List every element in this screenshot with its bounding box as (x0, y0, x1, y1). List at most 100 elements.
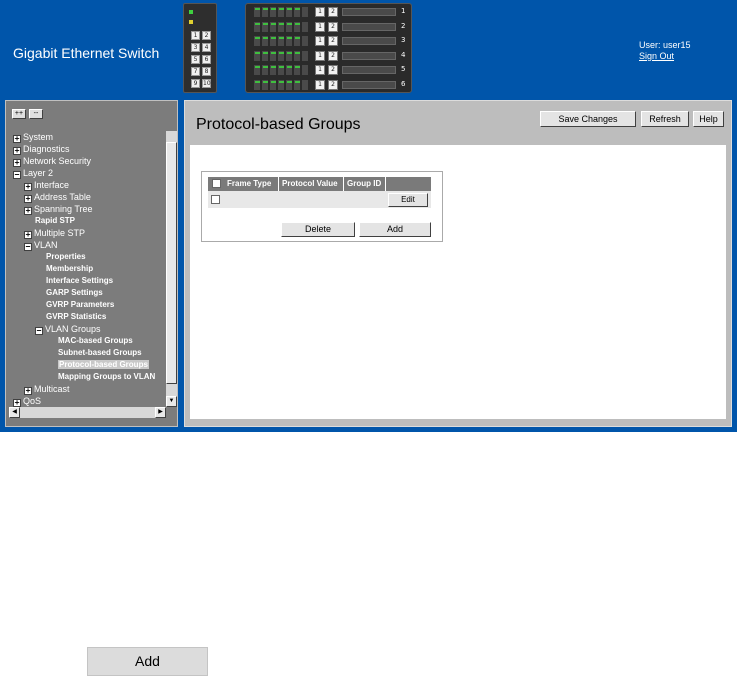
tree-item-membership[interactable]: Membership (46, 263, 93, 275)
tree-item-gvrp-parameters[interactable]: GVRP Parameters (46, 299, 114, 311)
tree-item-label: Interface Settings (46, 276, 114, 285)
tree-item-label: Protocol-based Groups (58, 360, 149, 369)
delete-button[interactable]: Delete (281, 222, 355, 237)
sign-out-link[interactable]: Sign Out (639, 51, 674, 61)
blade-vent-icon (254, 21, 310, 32)
blade-number: 3 (401, 36, 406, 44)
tree-item-garp-settings[interactable]: GARP Settings (46, 287, 103, 299)
blade-port-icon: 2 (328, 21, 338, 32)
blade-vent-icon (254, 36, 310, 46)
port-icon: 6 (202, 55, 211, 64)
tree-item-diagnostics[interactable]: + Diagnostics (13, 143, 70, 155)
tree-item-mapping-groups-to-vlan[interactable]: Mapping Groups to VLAN (58, 371, 155, 383)
row-checkbox[interactable] (211, 195, 220, 204)
scroll-left-icon[interactable]: ◀ (9, 407, 20, 418)
edit-button[interactable]: Edit (388, 193, 428, 207)
tree-item-label: GARP Settings (46, 288, 103, 297)
tree-item-label: MAC-based Groups (58, 336, 133, 345)
expand-icon[interactable]: + (24, 387, 32, 395)
expand-icon[interactable]: + (24, 195, 32, 203)
tree-item-subnet-based-groups[interactable]: Subnet-based Groups (58, 347, 142, 359)
tree-item-label: GVRP Statistics (46, 312, 107, 321)
blade-port-icon: 1 (315, 7, 325, 17)
collapse-icon[interactable]: − (35, 327, 43, 335)
expand-icon[interactable]: + (13, 147, 21, 155)
protocol-groups-table-panel: Frame Type Protocol Value Group ID Edit … (201, 171, 443, 242)
add-button-callout[interactable]: Add (87, 647, 208, 676)
port-pair: 78 (191, 67, 211, 76)
tree-item-address-table[interactable]: + Address Table (24, 191, 91, 203)
content-area: Frame Type Protocol Value Group ID Edit … (190, 145, 726, 419)
tree-item-multicast[interactable]: + Multicast (24, 383, 70, 395)
port-icon: 1 (191, 31, 200, 40)
port-icon: 5 (191, 55, 200, 64)
tree-item-label: Multicast (34, 384, 70, 394)
tree-item-rapid-stp[interactable]: Rapid STP (35, 215, 75, 227)
tree-item-vlan[interactable]: − VLAN (24, 239, 58, 251)
tree-item-spanning-tree[interactable]: + Spanning Tree (24, 203, 93, 215)
navigation-sidebar: ++ -- + System + Diagnostics + Network Securi… (5, 100, 178, 427)
tree-item-layer-2[interactable]: − Layer 2 (13, 167, 53, 179)
blade-port-icon: 2 (328, 36, 338, 46)
tree-item-interface-settings[interactable]: Interface Settings (46, 275, 113, 287)
expand-icon[interactable]: + (13, 399, 21, 407)
tree-horizontal-scrollbar[interactable]: ◀ ▶ (9, 407, 166, 418)
expand-icon[interactable]: + (13, 135, 21, 143)
add-button[interactable]: Add (359, 222, 431, 237)
expand-icon[interactable]: + (13, 159, 21, 167)
blade-port-icon: 1 (315, 79, 325, 90)
tree-item-label: Multiple STP (34, 228, 86, 238)
port-icon: 7 (191, 67, 200, 76)
tree-item-protocol-based-groups[interactable]: Protocol-based Groups (58, 359, 149, 371)
blade-slot (342, 8, 396, 16)
blade-port-icon: 1 (315, 50, 325, 61)
port-icon: 3 (191, 43, 200, 52)
expand-all-button[interactable]: ++ (12, 109, 26, 119)
switch-chassis-image: 121122123124125126 (245, 3, 412, 93)
scroll-down-icon[interactable]: ▼ (166, 396, 177, 407)
tree-item-label: Membership (46, 264, 94, 273)
collapse-icon[interactable]: − (13, 171, 21, 179)
tree-item-vlan-groups[interactable]: − VLAN Groups (35, 323, 101, 335)
refresh-button[interactable]: Refresh (641, 111, 689, 127)
switch-front-panel-image: 1 2 3 4 5 6 7 8 9 10 (183, 3, 217, 93)
scrollbar-thumb[interactable] (166, 142, 177, 384)
blade-module: 122 (254, 21, 409, 33)
blade-number: 6 (401, 79, 406, 88)
tree-item-network-security[interactable]: + Network Security (13, 155, 91, 167)
blade-module: 12 5 (254, 64, 409, 76)
port-icon: 9 (191, 79, 200, 88)
collapse-icon[interactable]: − (24, 243, 32, 251)
table-row: Edit (208, 191, 431, 208)
content-panel: Protocol-based Groups Save Changes Refre… (184, 100, 732, 427)
page-title: Protocol-based Groups (196, 116, 361, 133)
port-pair: 56 (191, 55, 211, 64)
tree-item-properties[interactable]: Properties (46, 251, 86, 263)
tree-item-label: Spanning Tree (34, 204, 93, 214)
blade-number: 1 (401, 7, 406, 15)
select-all-checkbox[interactable] (212, 179, 221, 188)
blade-number: 2 (401, 21, 406, 30)
tree-item-mac-based-groups[interactable]: MAC-based Groups (58, 335, 133, 347)
port-icon: 8 (202, 67, 211, 76)
tree-item-label: Diagnostics (23, 144, 70, 154)
port-icon: 2 (202, 31, 211, 40)
expand-icon[interactable]: + (24, 231, 32, 239)
tree-item-qos[interactable]: + QoS (13, 395, 41, 407)
expand-icon[interactable]: + (24, 207, 32, 215)
port-icon: 10 (202, 79, 211, 88)
scroll-right-icon[interactable]: ▶ (155, 407, 166, 418)
expand-icon[interactable]: + (24, 183, 32, 191)
tree-item-gvrp-statistics[interactable]: GVRP Statistics (46, 311, 106, 323)
blade-port-icon: 2 (328, 7, 338, 17)
save-changes-button[interactable]: Save Changes (540, 111, 636, 127)
tree-item-interface[interactable]: + Interface (24, 179, 69, 191)
status-led-icon (189, 10, 193, 14)
tree-item-multiple-stp[interactable]: + Multiple STP (24, 227, 85, 239)
tree-vertical-scrollbar[interactable]: ▼ (166, 131, 177, 407)
tree-item-system[interactable]: + System (13, 131, 53, 143)
help-button[interactable]: Help (693, 111, 724, 127)
port-pair: 9 10 (191, 79, 211, 88)
collapse-all-button[interactable]: -- (29, 109, 43, 119)
port-pair: 12 (191, 31, 211, 40)
